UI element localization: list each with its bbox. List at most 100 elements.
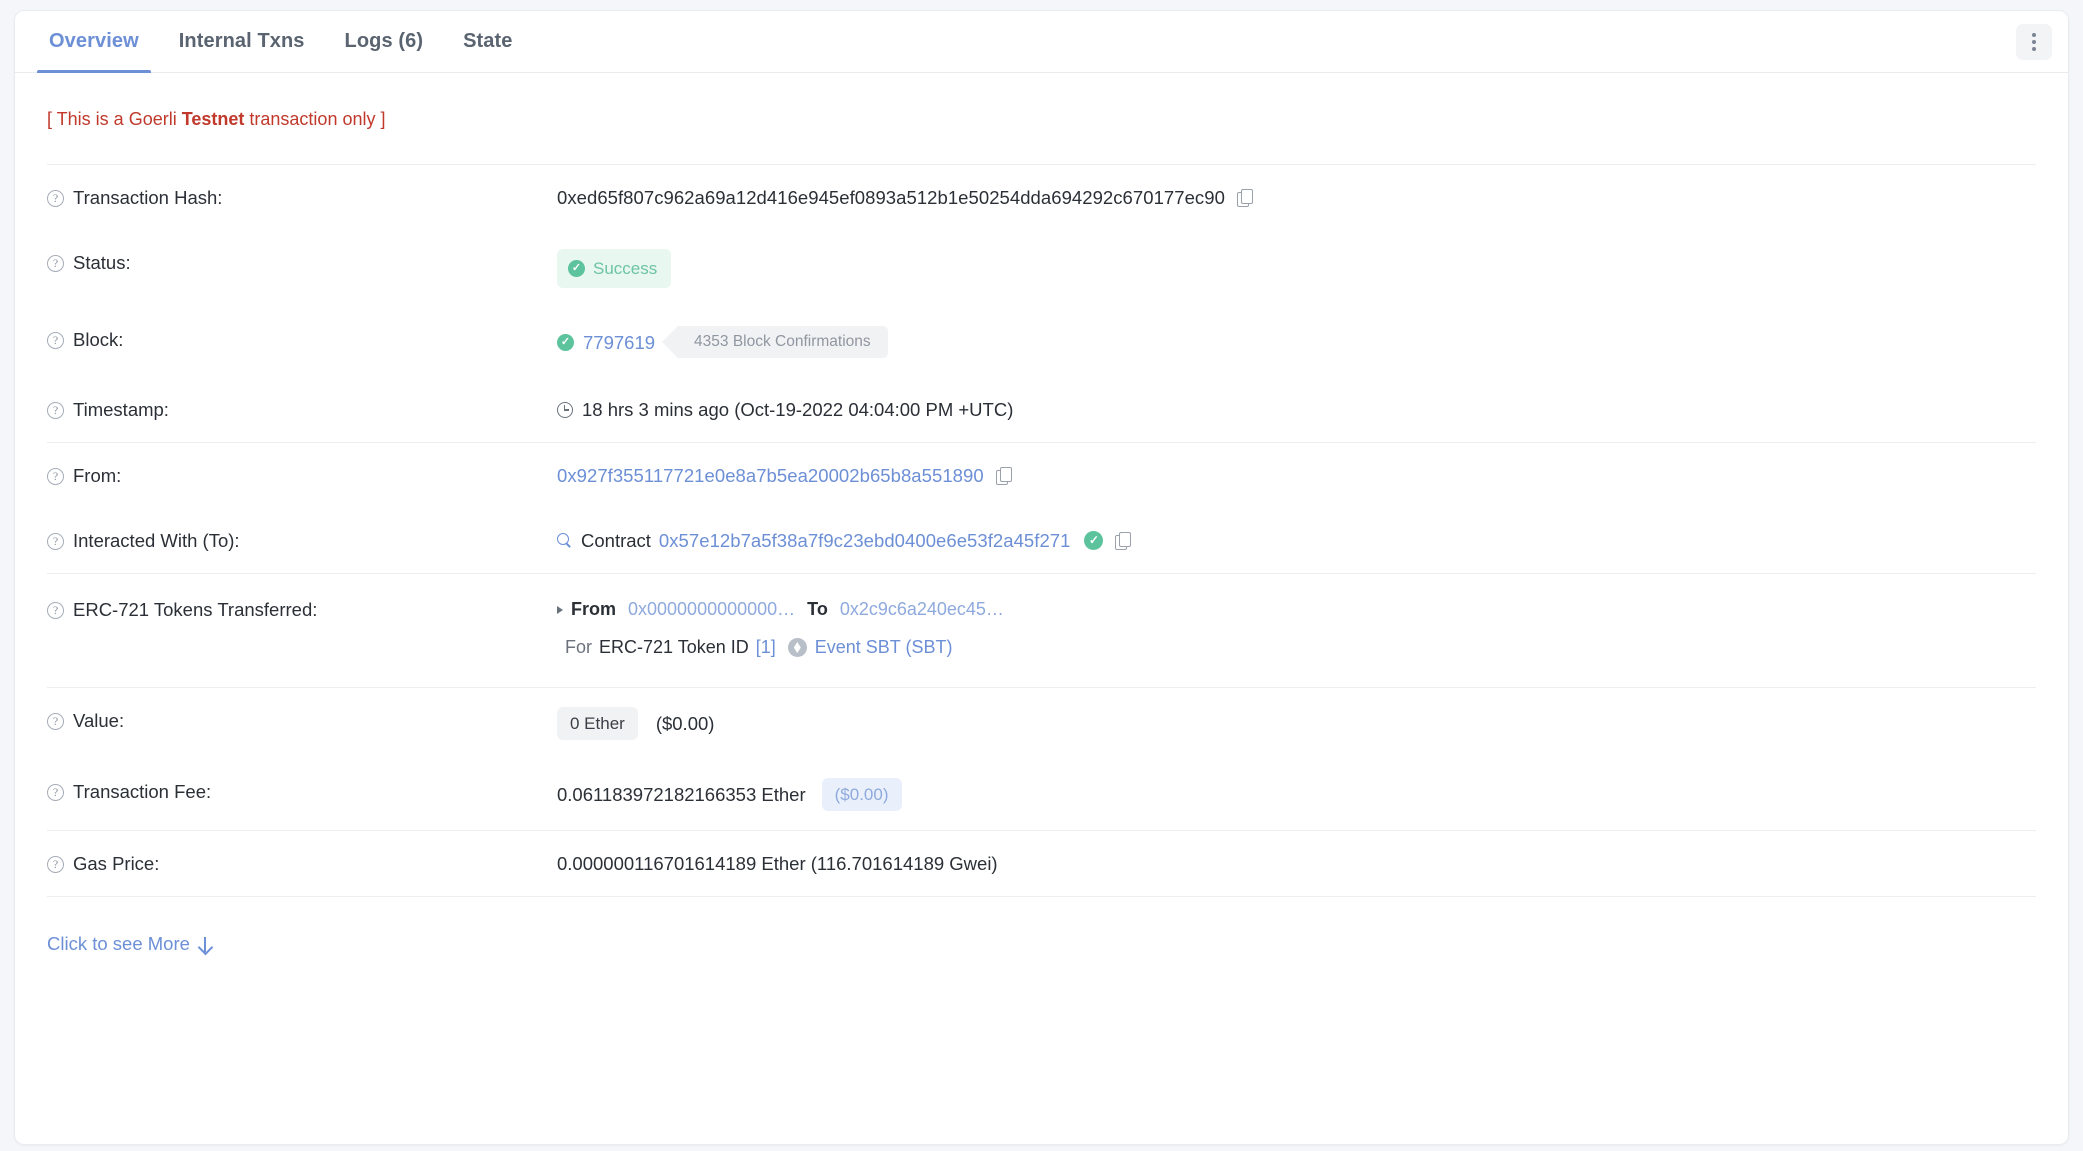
help-icon[interactable]: ? (47, 713, 64, 730)
row-interacted-with: ? Interacted With (To): Contract 0x57e12… (15, 508, 2068, 573)
testnet-notice-strong: Testnet (181, 109, 245, 129)
kebab-menu-icon[interactable] (2016, 24, 2052, 60)
click-to-see-more-link[interactable]: Click to see More (15, 897, 206, 955)
help-icon[interactable]: ? (47, 856, 64, 873)
copy-icon[interactable] (1236, 189, 1253, 207)
label-transaction-hash: ? Transaction Hash: (47, 184, 557, 211)
block-line: ✓ 7797619 (557, 329, 655, 356)
row-erc721-tokens-transferred: ? ERC-721 Tokens Transferred: From 0x000… (15, 574, 2068, 687)
tab-overview[interactable]: Overview (29, 11, 159, 73)
contract-prefix: Contract (581, 530, 651, 551)
row-timestamp: ? Timestamp: 18 hrs 3 mins ago (Oct-19-2… (15, 377, 2068, 442)
label-timestamp: ? Timestamp: (47, 396, 557, 423)
help-icon[interactable]: ? (47, 190, 64, 207)
divider (47, 896, 2036, 897)
value-erc721: From 0x0000000000000… To 0x2c9c6a240ec45… (557, 596, 2068, 661)
arrow-down-icon (203, 936, 206, 952)
status-badge: ✓ Success (557, 249, 672, 288)
contract-address-link[interactable]: 0x57e12b7a5f38a7f9c23ebd0400e6e53f2a45f2… (659, 527, 1071, 554)
tab-internal-txns-label: Internal Txns (178, 30, 305, 52)
token-transfer-detail: For ERC-721 Token ID [1] Event SBT (SBT) (557, 634, 2068, 661)
value-ether-badge: 0 Ether (557, 707, 638, 740)
transaction-fee-amount: 0.061183972182166353 Ether (557, 784, 806, 805)
status-text: Success (593, 259, 658, 278)
transaction-overview-card: Overview Internal Txns Logs (6) State [ … (14, 10, 2069, 1145)
value-transaction-fee: 0.061183972182166353 Ether ($0.00) (557, 778, 2068, 811)
help-icon[interactable]: ? (47, 784, 64, 801)
see-more-label: Click to see More (47, 933, 190, 954)
row-status: ? Status: ✓ Success (15, 230, 2068, 307)
value-interacted-with: Contract 0x57e12b7a5f38a7f9c23ebd0400e6e… (557, 527, 2068, 554)
help-icon[interactable]: ? (47, 602, 64, 619)
tab-state-label: State (463, 30, 513, 52)
transaction-fee-usd-badge: ($0.00) (821, 778, 902, 811)
value-usd-text: ($0.00) (655, 713, 715, 734)
token-id-link[interactable]: [1] (756, 634, 776, 661)
kebab-dot (2032, 33, 2036, 37)
testnet-notice: [ This is a Goerli Testnet transaction o… (15, 73, 2068, 164)
tab-internal-txns[interactable]: Internal Txns (159, 11, 325, 72)
label-text: Status: (73, 252, 131, 273)
help-icon[interactable]: ? (47, 533, 64, 550)
help-icon[interactable]: ? (47, 468, 64, 485)
timestamp-text: 18 hrs 3 mins ago (Oct-19-2022 04:04:00 … (582, 399, 1014, 420)
block-number-link[interactable]: 7797619 (583, 329, 655, 356)
verified-contract-icon: ✓ (1084, 531, 1104, 550)
token-from-label: From (571, 599, 616, 619)
tab-logs-label: Logs (6) (344, 30, 424, 52)
testnet-notice-prefix: [ This is a Goerli (47, 109, 182, 129)
value-gas-price: 0.000000116701614189 Ether (116.70161418… (557, 850, 2068, 877)
label-text: Timestamp: (73, 399, 169, 420)
token-from-address-link[interactable]: 0x0000000000000… (628, 596, 795, 623)
label-text: Interacted With (To): (73, 530, 240, 551)
token-transfer-from-to: From 0x0000000000000… To 0x2c9c6a240ec45… (557, 596, 2068, 623)
expand-caret-icon[interactable] (557, 605, 563, 614)
value-amount: 0 Ether ($0.00) (557, 707, 2068, 740)
token-to-address-link[interactable]: 0x2c9c6a240ec45… (840, 596, 1004, 623)
check-circle-icon: ✓ (557, 333, 574, 351)
label-text: Transaction Fee: (73, 781, 212, 802)
copy-icon[interactable] (995, 467, 1012, 485)
tab-logs[interactable]: Logs (6) (325, 11, 444, 72)
label-erc721: ? ERC-721 Tokens Transferred: (47, 596, 557, 623)
value-transaction-hash: 0xed65f807c962a69a12d416e945ef0893a512b1… (557, 184, 2068, 211)
label-text: Block: (73, 329, 124, 350)
magnifier-icon[interactable] (557, 533, 572, 548)
tab-state[interactable]: State (443, 11, 532, 72)
token-standard-text: ERC-721 Token ID (599, 637, 749, 657)
row-from: ? From: 0x927f355117721e0e8a7b5ea20002b6… (15, 443, 2068, 508)
label-status: ? Status: (47, 249, 557, 276)
row-transaction-fee: ? Transaction Fee: 0.061183972182166353 … (15, 759, 2068, 830)
row-block: ? Block: ✓ 7797619 4353 Block Confirmati… (15, 307, 2068, 377)
value-block: ✓ 7797619 4353 Block Confirmations (557, 326, 2068, 358)
from-address-link[interactable]: 0x927f355117721e0e8a7b5ea20002b65b8a5518… (557, 462, 984, 489)
label-text: Transaction Hash: (73, 187, 223, 208)
token-to-label: To (807, 599, 828, 619)
testnet-notice-suffix: transaction only ] (244, 109, 386, 129)
kebab-dot (2032, 40, 2036, 44)
row-value: ? Value: 0 Ether ($0.00) (15, 688, 2068, 759)
help-icon[interactable]: ? (47, 332, 64, 349)
label-gas-price: ? Gas Price: (47, 850, 557, 877)
label-text: Gas Price: (73, 853, 160, 874)
overview-body: [ This is a Goerli Testnet transaction o… (15, 73, 2068, 955)
label-text: Value: (73, 710, 125, 731)
label-interacted-with: ? Interacted With (To): (47, 527, 557, 554)
page-background: Overview Internal Txns Logs (6) State [ … (0, 0, 2083, 1151)
kebab-dot (2032, 47, 2036, 51)
row-transaction-hash: ? Transaction Hash: 0xed65f807c962a69a12… (15, 165, 2068, 230)
check-circle-icon: ✓ (568, 260, 585, 277)
ethereum-diamond-icon (787, 638, 807, 657)
gas-price-text: 0.000000116701614189 Ether (116.70161418… (557, 853, 998, 874)
label-text: ERC-721 Tokens Transferred: (73, 599, 318, 620)
row-gas-price: ? Gas Price: 0.000000116701614189 Ether … (15, 831, 2068, 896)
value-timestamp: 18 hrs 3 mins ago (Oct-19-2022 04:04:00 … (557, 396, 2068, 423)
help-icon[interactable]: ? (47, 402, 64, 419)
value-from: 0x927f355117721e0e8a7b5ea20002b65b8a5518… (557, 462, 2068, 489)
help-icon[interactable]: ? (47, 255, 64, 272)
token-name-link[interactable]: Event SBT (SBT) (815, 634, 953, 661)
tab-bar: Overview Internal Txns Logs (6) State (15, 11, 2068, 73)
label-transaction-fee: ? Transaction Fee: (47, 778, 557, 805)
copy-icon[interactable] (1115, 532, 1132, 550)
clock-icon (557, 401, 573, 418)
